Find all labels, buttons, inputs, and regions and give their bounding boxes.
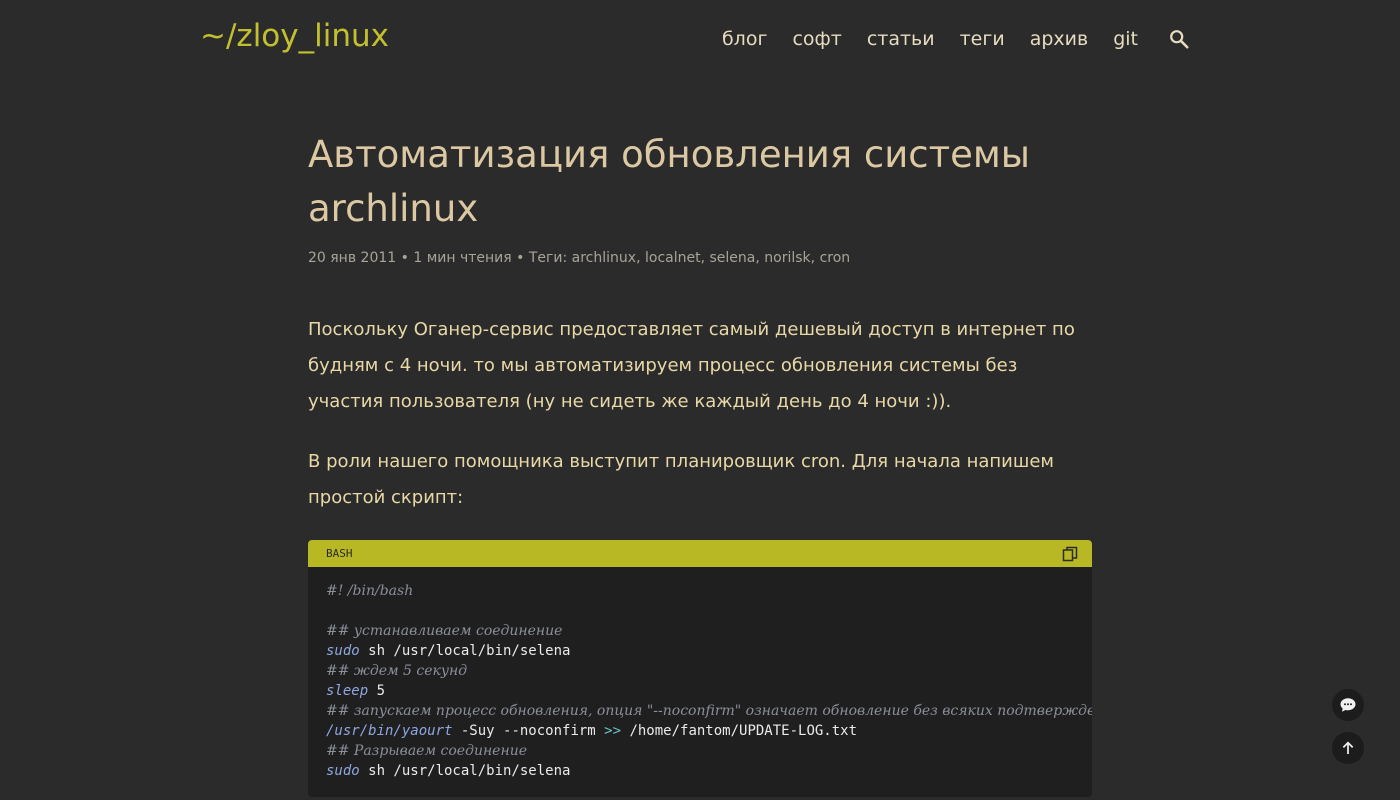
page: ~/zloy_linux блог софт статьи теги архив… bbox=[0, 0, 1400, 800]
meta-separator: • bbox=[396, 250, 414, 266]
code-comment: #! /bin/bash bbox=[326, 583, 414, 599]
code-line: ## запускаем процесс обновления, опция "… bbox=[326, 701, 1092, 721]
tag-separator: , bbox=[810, 250, 820, 266]
tags-label: Теги: bbox=[528, 250, 572, 266]
nav-soft[interactable]: софт bbox=[792, 28, 841, 50]
code-text: -Suy --noconfirm bbox=[452, 723, 605, 739]
arrow-up-icon bbox=[1342, 741, 1354, 754]
code-line: #! /bin/bash bbox=[326, 581, 1074, 601]
code-line: ## ждем 5 секунд bbox=[326, 661, 1074, 681]
search-icon[interactable] bbox=[1168, 28, 1190, 50]
nav-git[interactable]: git bbox=[1113, 28, 1138, 50]
nav-articles[interactable]: статьи bbox=[867, 28, 935, 50]
code-body: #! /bin/bash ## устанавливаем соединение s… bbox=[308, 567, 1092, 797]
code-text: 5 bbox=[368, 683, 386, 699]
meta-separator: • bbox=[511, 250, 529, 266]
code-comment: ## запускаем процесс обновления, опция "… bbox=[326, 703, 1092, 719]
tag-link[interactable]: localnet bbox=[645, 250, 701, 266]
code-command: sudo bbox=[326, 763, 360, 779]
tag-separator: , bbox=[636, 250, 645, 266]
code-text: sh /usr/local/bin/selena bbox=[359, 643, 571, 659]
tag-separator: , bbox=[700, 250, 710, 266]
tag-link[interactable]: cron bbox=[820, 250, 851, 266]
read-time: 1 мин чтения bbox=[413, 250, 512, 266]
code-block: BASH #! /bin/bash ## устанавливаем соедин… bbox=[308, 540, 1092, 797]
article: Автоматизация обновления системы archlin… bbox=[308, 128, 1093, 797]
code-line: sudo sh /usr/local/bin/selena bbox=[326, 641, 1074, 661]
main-nav: блог софт статьи теги архив git bbox=[697, 28, 1190, 50]
code-line: ## Разрываем соединение bbox=[326, 741, 1074, 761]
code-line: /usr/bin/yaourt -Suy --noconfirm >> /hom… bbox=[326, 721, 1074, 741]
code-line: ## устанавливаем соединение bbox=[326, 621, 1074, 641]
code-text: sh /usr/local/bin/selena bbox=[359, 763, 571, 779]
code-comment: ## устанавливаем соединение bbox=[326, 623, 563, 639]
nav-tags[interactable]: теги bbox=[960, 28, 1005, 50]
code-comment: ## Разрываем соединение bbox=[326, 743, 527, 759]
code-language: BASH bbox=[326, 547, 353, 560]
code-command: sudo bbox=[326, 643, 360, 659]
paragraph: Поскольку Оганер-сервис предоставляет са… bbox=[308, 319, 1075, 412]
nav-archive[interactable]: архив bbox=[1030, 28, 1089, 50]
code-text: /home/fantom/UPDATE-LOG.txt bbox=[621, 723, 858, 739]
code-command: /usr/bin/yaourt bbox=[326, 723, 453, 739]
code-line: sleep 5 bbox=[326, 681, 1074, 701]
comments-icon bbox=[1340, 698, 1356, 712]
post-title: Автоматизация обновления системы archlin… bbox=[308, 133, 1031, 230]
code-header: BASH bbox=[308, 540, 1092, 567]
tag-link[interactable]: selena bbox=[710, 250, 756, 266]
tag-link[interactable]: norilsk bbox=[764, 250, 810, 266]
code-operator: >> bbox=[604, 723, 622, 739]
copy-icon[interactable] bbox=[1062, 546, 1078, 562]
tag-separator: , bbox=[755, 250, 765, 266]
tag-link[interactable]: archlinux bbox=[572, 250, 636, 266]
code-comment: ## ждем 5 секунд bbox=[326, 663, 468, 679]
paragraph: В роли нашего помощника выступит планиро… bbox=[308, 451, 1054, 508]
scroll-top-button[interactable] bbox=[1332, 732, 1364, 764]
nav-blog[interactable]: блог bbox=[722, 28, 767, 50]
post-date: 20 янв 2011 bbox=[308, 250, 397, 266]
code-command: sleep bbox=[326, 683, 369, 699]
code-line: sudo sh /usr/local/bin/selena bbox=[326, 761, 1074, 781]
comments-button[interactable] bbox=[1332, 689, 1364, 721]
site-logo[interactable]: ~/zloy_linux bbox=[200, 18, 389, 54]
post-meta: 20 янв 2011 • 1 мин чтения • Теги: archl… bbox=[308, 250, 1093, 266]
